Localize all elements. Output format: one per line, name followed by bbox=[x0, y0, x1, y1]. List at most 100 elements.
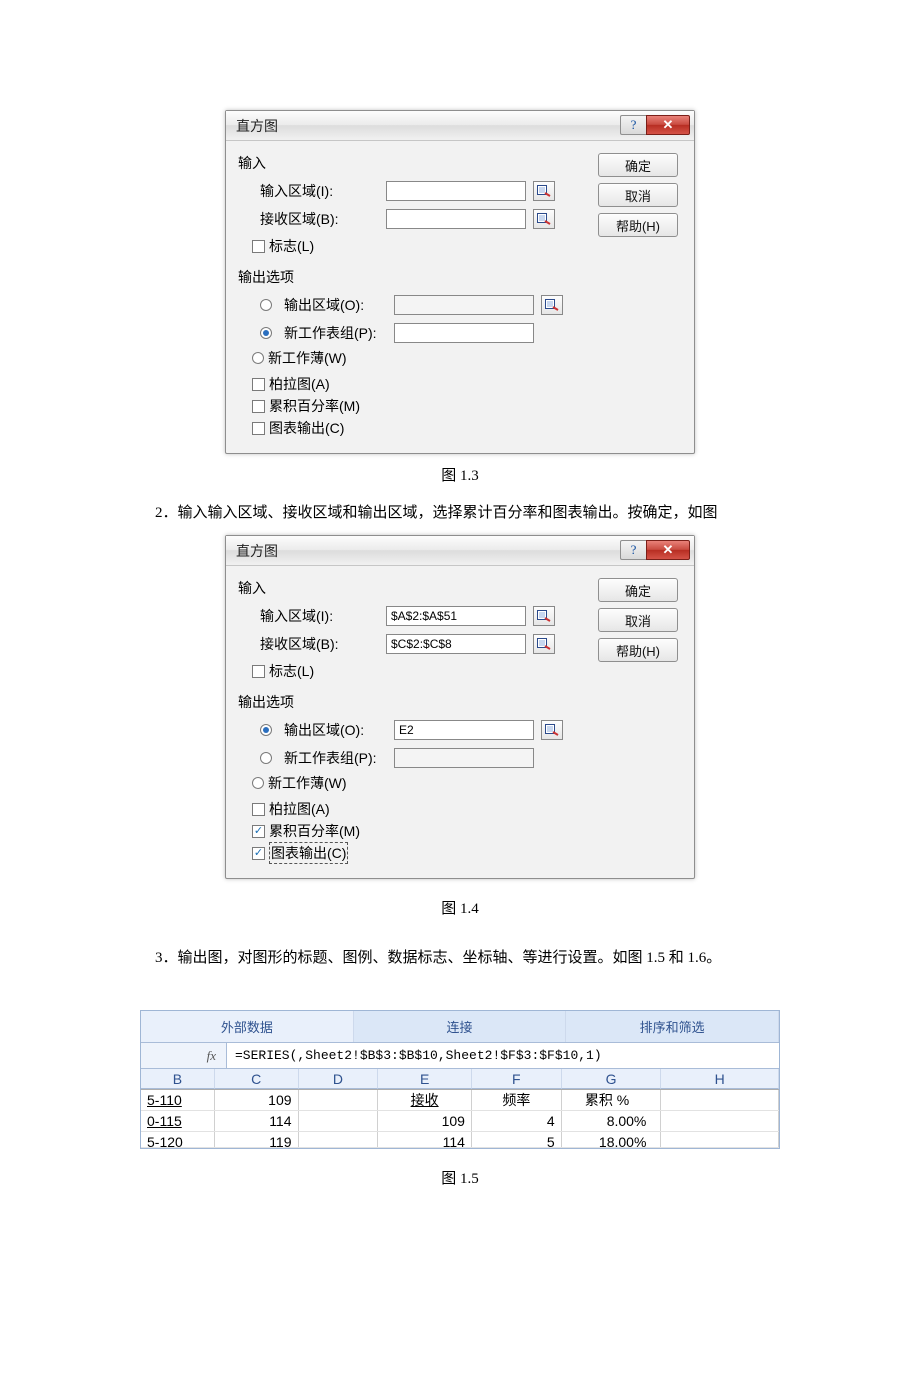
cell[interactable]: 5-120 bbox=[141, 1132, 215, 1148]
cell[interactable]: 109 bbox=[378, 1111, 472, 1131]
chart-checkbox[interactable] bbox=[252, 422, 265, 435]
titlebar-help-button[interactable]: ? bbox=[620, 115, 646, 135]
col-D[interactable]: D bbox=[299, 1069, 379, 1089]
cell[interactable] bbox=[661, 1132, 779, 1148]
output-range-label: 输出区域(O): bbox=[284, 295, 386, 315]
fx-icon: fx bbox=[141, 1043, 227, 1068]
cell[interactable]: 114 bbox=[215, 1111, 299, 1131]
figure-1-3-caption: 图 1.3 bbox=[441, 464, 479, 485]
ok-button[interactable]: 确定 bbox=[598, 578, 678, 602]
titlebar-close-button[interactable]: ✕ bbox=[646, 115, 690, 135]
table-row[interactable]: 5-120 119 114 5 18.00% bbox=[141, 1132, 779, 1148]
ribbon-group-conn[interactable]: 连接 bbox=[354, 1011, 567, 1042]
new-sheet-field[interactable] bbox=[394, 323, 534, 343]
ribbon-groups: 外部数据 连接 排序和筛选 bbox=[141, 1011, 779, 1043]
cell[interactable] bbox=[661, 1111, 779, 1131]
input-range-picker-icon[interactable] bbox=[533, 181, 555, 201]
chart-checkbox[interactable] bbox=[252, 847, 265, 860]
col-H[interactable]: H bbox=[661, 1069, 779, 1089]
cell[interactable]: 5-110 bbox=[141, 1090, 215, 1110]
dialog-titlebar: 直方图 ? ✕ bbox=[226, 536, 694, 566]
cell[interactable]: 5 bbox=[472, 1132, 562, 1148]
bin-range-picker-icon[interactable] bbox=[533, 209, 555, 229]
cancel-button[interactable]: 取消 bbox=[598, 608, 678, 632]
new-sheet-field[interactable] bbox=[394, 748, 534, 768]
output-range-field[interactable]: E2 bbox=[394, 720, 534, 740]
col-B[interactable]: B bbox=[141, 1069, 215, 1089]
bin-range-label: 接收区域(B): bbox=[260, 209, 378, 229]
cell[interactable]: 119 bbox=[215, 1132, 299, 1148]
output-range-picker-icon[interactable] bbox=[541, 720, 563, 740]
titlebar-close-button[interactable]: ✕ bbox=[646, 540, 690, 560]
cell[interactable]: 4 bbox=[472, 1111, 562, 1131]
input-range-field[interactable] bbox=[386, 181, 526, 201]
input-range-picker-icon[interactable] bbox=[533, 606, 555, 626]
ribbon-group-sort[interactable]: 排序和筛选 bbox=[566, 1011, 779, 1042]
new-sheet-label: 新工作表组(P): bbox=[284, 323, 386, 343]
histogram-dialog-2: 直方图 ? ✕ 输入 输入区域(I): $A$2:$A$51 bbox=[225, 535, 695, 879]
col-G[interactable]: G bbox=[562, 1069, 662, 1089]
figure-1-5-caption: 图 1.5 bbox=[441, 1167, 479, 1188]
help-button[interactable]: 帮助(H) bbox=[598, 638, 678, 662]
cell[interactable]: 累积 % bbox=[562, 1090, 662, 1110]
step-2-text: 2．输入输入区域、接收区域和输出区域，选择累计百分率和图表输出。按确定，如图 bbox=[0, 501, 920, 525]
new-workbook-radio[interactable] bbox=[252, 777, 264, 789]
labels-checkbox-label: 标志(L) bbox=[269, 236, 314, 256]
cell[interactable] bbox=[299, 1090, 379, 1110]
table-row[interactable]: 5-110 109 接收 频率 累积 % bbox=[141, 1090, 779, 1111]
col-C[interactable]: C bbox=[215, 1069, 299, 1089]
help-button[interactable]: 帮助(H) bbox=[598, 213, 678, 237]
titlebar-help-button[interactable]: ? bbox=[620, 540, 646, 560]
cell[interactable] bbox=[299, 1111, 379, 1131]
cancel-button[interactable]: 取消 bbox=[598, 183, 678, 207]
pareto-label: 柏拉图(A) bbox=[269, 374, 330, 394]
cum-checkbox[interactable] bbox=[252, 400, 265, 413]
cell[interactable]: 频率 bbox=[472, 1090, 562, 1110]
output-range-label: 输出区域(O): bbox=[284, 720, 386, 740]
output-range-radio[interactable] bbox=[260, 299, 272, 311]
ribbon-group-external[interactable]: 外部数据 bbox=[141, 1011, 354, 1042]
bin-range-label: 接收区域(B): bbox=[260, 634, 378, 654]
excel-fragment: 外部数据 连接 排序和筛选 fx =SERIES(,Sheet2!$B$3:$B… bbox=[140, 1010, 780, 1149]
labels-checkbox[interactable] bbox=[252, 240, 265, 253]
ok-button[interactable]: 确定 bbox=[598, 153, 678, 177]
output-range-radio[interactable] bbox=[260, 724, 272, 736]
chart-label: 图表输出(C) bbox=[269, 418, 344, 438]
new-workbook-radio[interactable] bbox=[252, 352, 264, 364]
formula-bar[interactable]: fx =SERIES(,Sheet2!$B$3:$B$10,Sheet2!$F$… bbox=[141, 1043, 779, 1069]
new-sheet-radio[interactable] bbox=[260, 752, 272, 764]
dialog-titlebar: 直方图 ? ✕ bbox=[226, 111, 694, 141]
output-range-picker-icon[interactable] bbox=[541, 295, 563, 315]
new-sheet-label: 新工作表组(P): bbox=[284, 748, 386, 768]
dialog-title: 直方图 bbox=[236, 541, 278, 561]
cum-checkbox[interactable] bbox=[252, 825, 265, 838]
output-group-label: 输出选项 bbox=[238, 692, 590, 712]
new-workbook-label: 新工作薄(W) bbox=[268, 348, 347, 368]
output-range-field[interactable] bbox=[394, 295, 534, 315]
table-row[interactable]: 0-115 114 109 4 8.00% bbox=[141, 1111, 779, 1132]
new-workbook-label: 新工作薄(W) bbox=[268, 773, 347, 793]
col-F[interactable]: F bbox=[472, 1069, 562, 1089]
input-range-label: 输入区域(I): bbox=[260, 181, 378, 201]
cell[interactable]: 8.00% bbox=[562, 1111, 662, 1131]
labels-checkbox[interactable] bbox=[252, 665, 265, 678]
new-sheet-radio[interactable] bbox=[260, 327, 272, 339]
bin-range-field[interactable]: $C$2:$C$8 bbox=[386, 634, 526, 654]
pareto-checkbox[interactable] bbox=[252, 378, 265, 391]
output-group-label: 输出选项 bbox=[238, 267, 590, 287]
histogram-dialog-1: 直方图 ? ✕ 输入 输入区域(I): 接收区域(B): bbox=[225, 110, 695, 454]
cell[interactable]: 0-115 bbox=[141, 1111, 215, 1131]
cell[interactable]: 109 bbox=[215, 1090, 299, 1110]
cell[interactable]: 接收 bbox=[378, 1090, 472, 1110]
input-range-label: 输入区域(I): bbox=[260, 606, 378, 626]
cell[interactable]: 18.00% bbox=[562, 1132, 662, 1148]
cell[interactable] bbox=[661, 1090, 779, 1110]
input-range-field[interactable]: $A$2:$A$51 bbox=[386, 606, 526, 626]
bin-range-picker-icon[interactable] bbox=[533, 634, 555, 654]
cell[interactable]: 114 bbox=[378, 1132, 472, 1148]
bin-range-field[interactable] bbox=[386, 209, 526, 229]
formula-text[interactable]: =SERIES(,Sheet2!$B$3:$B$10,Sheet2!$F$3:$… bbox=[227, 1043, 779, 1068]
cell[interactable] bbox=[299, 1132, 379, 1148]
pareto-checkbox[interactable] bbox=[252, 803, 265, 816]
col-E[interactable]: E bbox=[378, 1069, 472, 1089]
